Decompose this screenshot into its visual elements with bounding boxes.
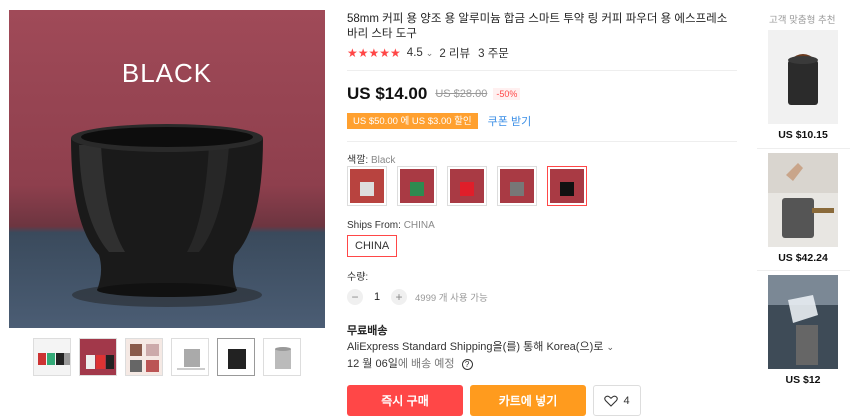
recommendation-item[interactable]: US $12 xyxy=(757,275,849,386)
color-swatches xyxy=(347,166,587,206)
original-price: US $28.00 xyxy=(435,88,488,100)
product-photo xyxy=(768,30,838,124)
product-thumbnail-image xyxy=(218,339,254,375)
thumbnail-4[interactable] xyxy=(171,338,209,376)
color-label: 색깔: xyxy=(347,155,369,166)
available-stock: 4999 개 사용 가능 xyxy=(415,293,488,304)
quantity-minus-button[interactable]: − xyxy=(347,289,363,305)
main-product-image[interactable]: BLACK xyxy=(9,10,325,328)
review-count[interactable]: 2 리뷰 xyxy=(439,45,470,61)
rating-value[interactable]: 4.5 xyxy=(407,47,423,59)
swatch-image xyxy=(350,169,384,203)
quantity-stepper: − 1 + 4999 개 사용 가능 xyxy=(347,289,488,305)
product-thumbnail-image xyxy=(80,339,116,375)
ships-from-option-china[interactable]: CHINA xyxy=(347,235,398,257)
delivery-date: 12 월 06일 xyxy=(347,358,398,370)
help-icon[interactable]: ? xyxy=(461,358,473,370)
recommendation-image[interactable] xyxy=(768,30,838,124)
thumbnail-5[interactable] xyxy=(217,338,255,376)
add-to-cart-button[interactable]: 카트에 넣기 xyxy=(470,385,586,416)
divider xyxy=(347,141,737,142)
divider xyxy=(757,148,850,149)
current-price: US $14.00 xyxy=(347,84,428,103)
delivery-estimate-row: 12 월 06일에 배송 예정 ? xyxy=(347,355,473,371)
swatch-silver[interactable] xyxy=(347,166,387,206)
shipping-method[interactable]: AliExpress Standard Shipping을(를) 통해 Kore… xyxy=(347,341,603,353)
chevron-down-icon[interactable]: ⌄ xyxy=(426,48,434,59)
color-option-label: 색깔: Black xyxy=(347,151,395,166)
quantity-plus-button[interactable]: + xyxy=(391,289,407,305)
recommendation-item[interactable]: US $42.24 xyxy=(757,153,849,264)
recommendation-item[interactable]: US $10.15 xyxy=(757,30,849,141)
star-rating-icon: ★★★★★ xyxy=(347,46,401,60)
coupon-row: US $50.00 에 US $3.00 할인 쿠폰 받기 xyxy=(347,113,531,129)
recommendation-price: US $12 xyxy=(785,374,821,386)
recommendation-image[interactable] xyxy=(768,275,838,369)
heart-icon xyxy=(604,395,619,407)
swatch-red[interactable] xyxy=(447,166,487,206)
get-coupon-link[interactable]: 쿠폰 받기 xyxy=(488,113,532,129)
product-thumbnail-image xyxy=(172,339,208,375)
product-photo xyxy=(768,275,838,369)
coupon-tag: US $50.00 에 US $3.00 할인 xyxy=(347,113,478,129)
quantity-label: 수량: xyxy=(347,272,369,283)
swatch-titanium[interactable] xyxy=(497,166,537,206)
swatch-product-image xyxy=(360,182,374,196)
thumbnail-1[interactable] xyxy=(33,338,71,376)
thumbnail-2[interactable] xyxy=(79,338,117,376)
product-thumbnail-image xyxy=(38,353,70,365)
swatch-black[interactable] xyxy=(547,166,587,206)
ships-from-label: Ships From: xyxy=(347,220,401,231)
divider xyxy=(757,270,850,271)
wishlist-button[interactable]: 4 xyxy=(593,385,641,416)
recommendation-image[interactable] xyxy=(768,153,838,247)
swatch-image xyxy=(500,169,534,203)
product-thumbnail-image xyxy=(126,339,162,375)
product-title: 58mm 커피 용 양조 용 알루미늄 합금 스마트 투약 링 커피 파우더 용… xyxy=(347,13,728,40)
ships-from-label-row: Ships From: CHINA xyxy=(347,220,435,231)
chevron-down-icon[interactable]: ⌄ xyxy=(606,342,614,352)
price-row: US $14.00 US $28.00 -50% xyxy=(347,84,521,104)
product-photo xyxy=(768,153,838,247)
wishlist-count: 4 xyxy=(623,394,630,407)
swatch-green[interactable] xyxy=(397,166,437,206)
delivery-suffix: 에 배송 예정 xyxy=(397,358,455,370)
swatch-product-image xyxy=(460,182,474,196)
discount-badge: -50% xyxy=(493,88,521,100)
shipping-method-row[interactable]: AliExpress Standard Shipping을(를) 통해 Kore… xyxy=(347,338,614,354)
buy-now-button[interactable]: 즉시 구매 xyxy=(347,385,463,416)
swatch-product-image xyxy=(410,182,424,196)
thumbnail-strip xyxy=(33,338,301,376)
swatch-image xyxy=(450,169,484,203)
thumbnail-3[interactable] xyxy=(125,338,163,376)
quantity-input[interactable]: 1 xyxy=(363,291,391,303)
color-selected-value: Black xyxy=(370,155,396,166)
swatch-image xyxy=(400,169,434,203)
recommendations-header: 고객 맞춤형 추천 xyxy=(769,15,836,26)
free-shipping-title: 무료배송 xyxy=(347,325,388,337)
rating-row: ★★★★★ 4.5 ⌄ 2 리뷰 3 주문 xyxy=(347,45,509,61)
ships-from-value: CHINA xyxy=(403,220,435,231)
swatch-product-image xyxy=(560,182,574,196)
image-color-label: BLACK xyxy=(121,58,213,88)
recommendation-price: US $42.24 xyxy=(778,252,828,264)
product-thumbnail-image xyxy=(264,339,300,375)
swatch-product-image xyxy=(510,182,524,196)
divider xyxy=(347,70,737,71)
thumbnail-6[interactable] xyxy=(263,338,301,376)
swatch-image xyxy=(550,169,584,203)
recommendation-price: US $10.15 xyxy=(778,129,828,141)
order-count: 3 주문 xyxy=(478,48,509,60)
